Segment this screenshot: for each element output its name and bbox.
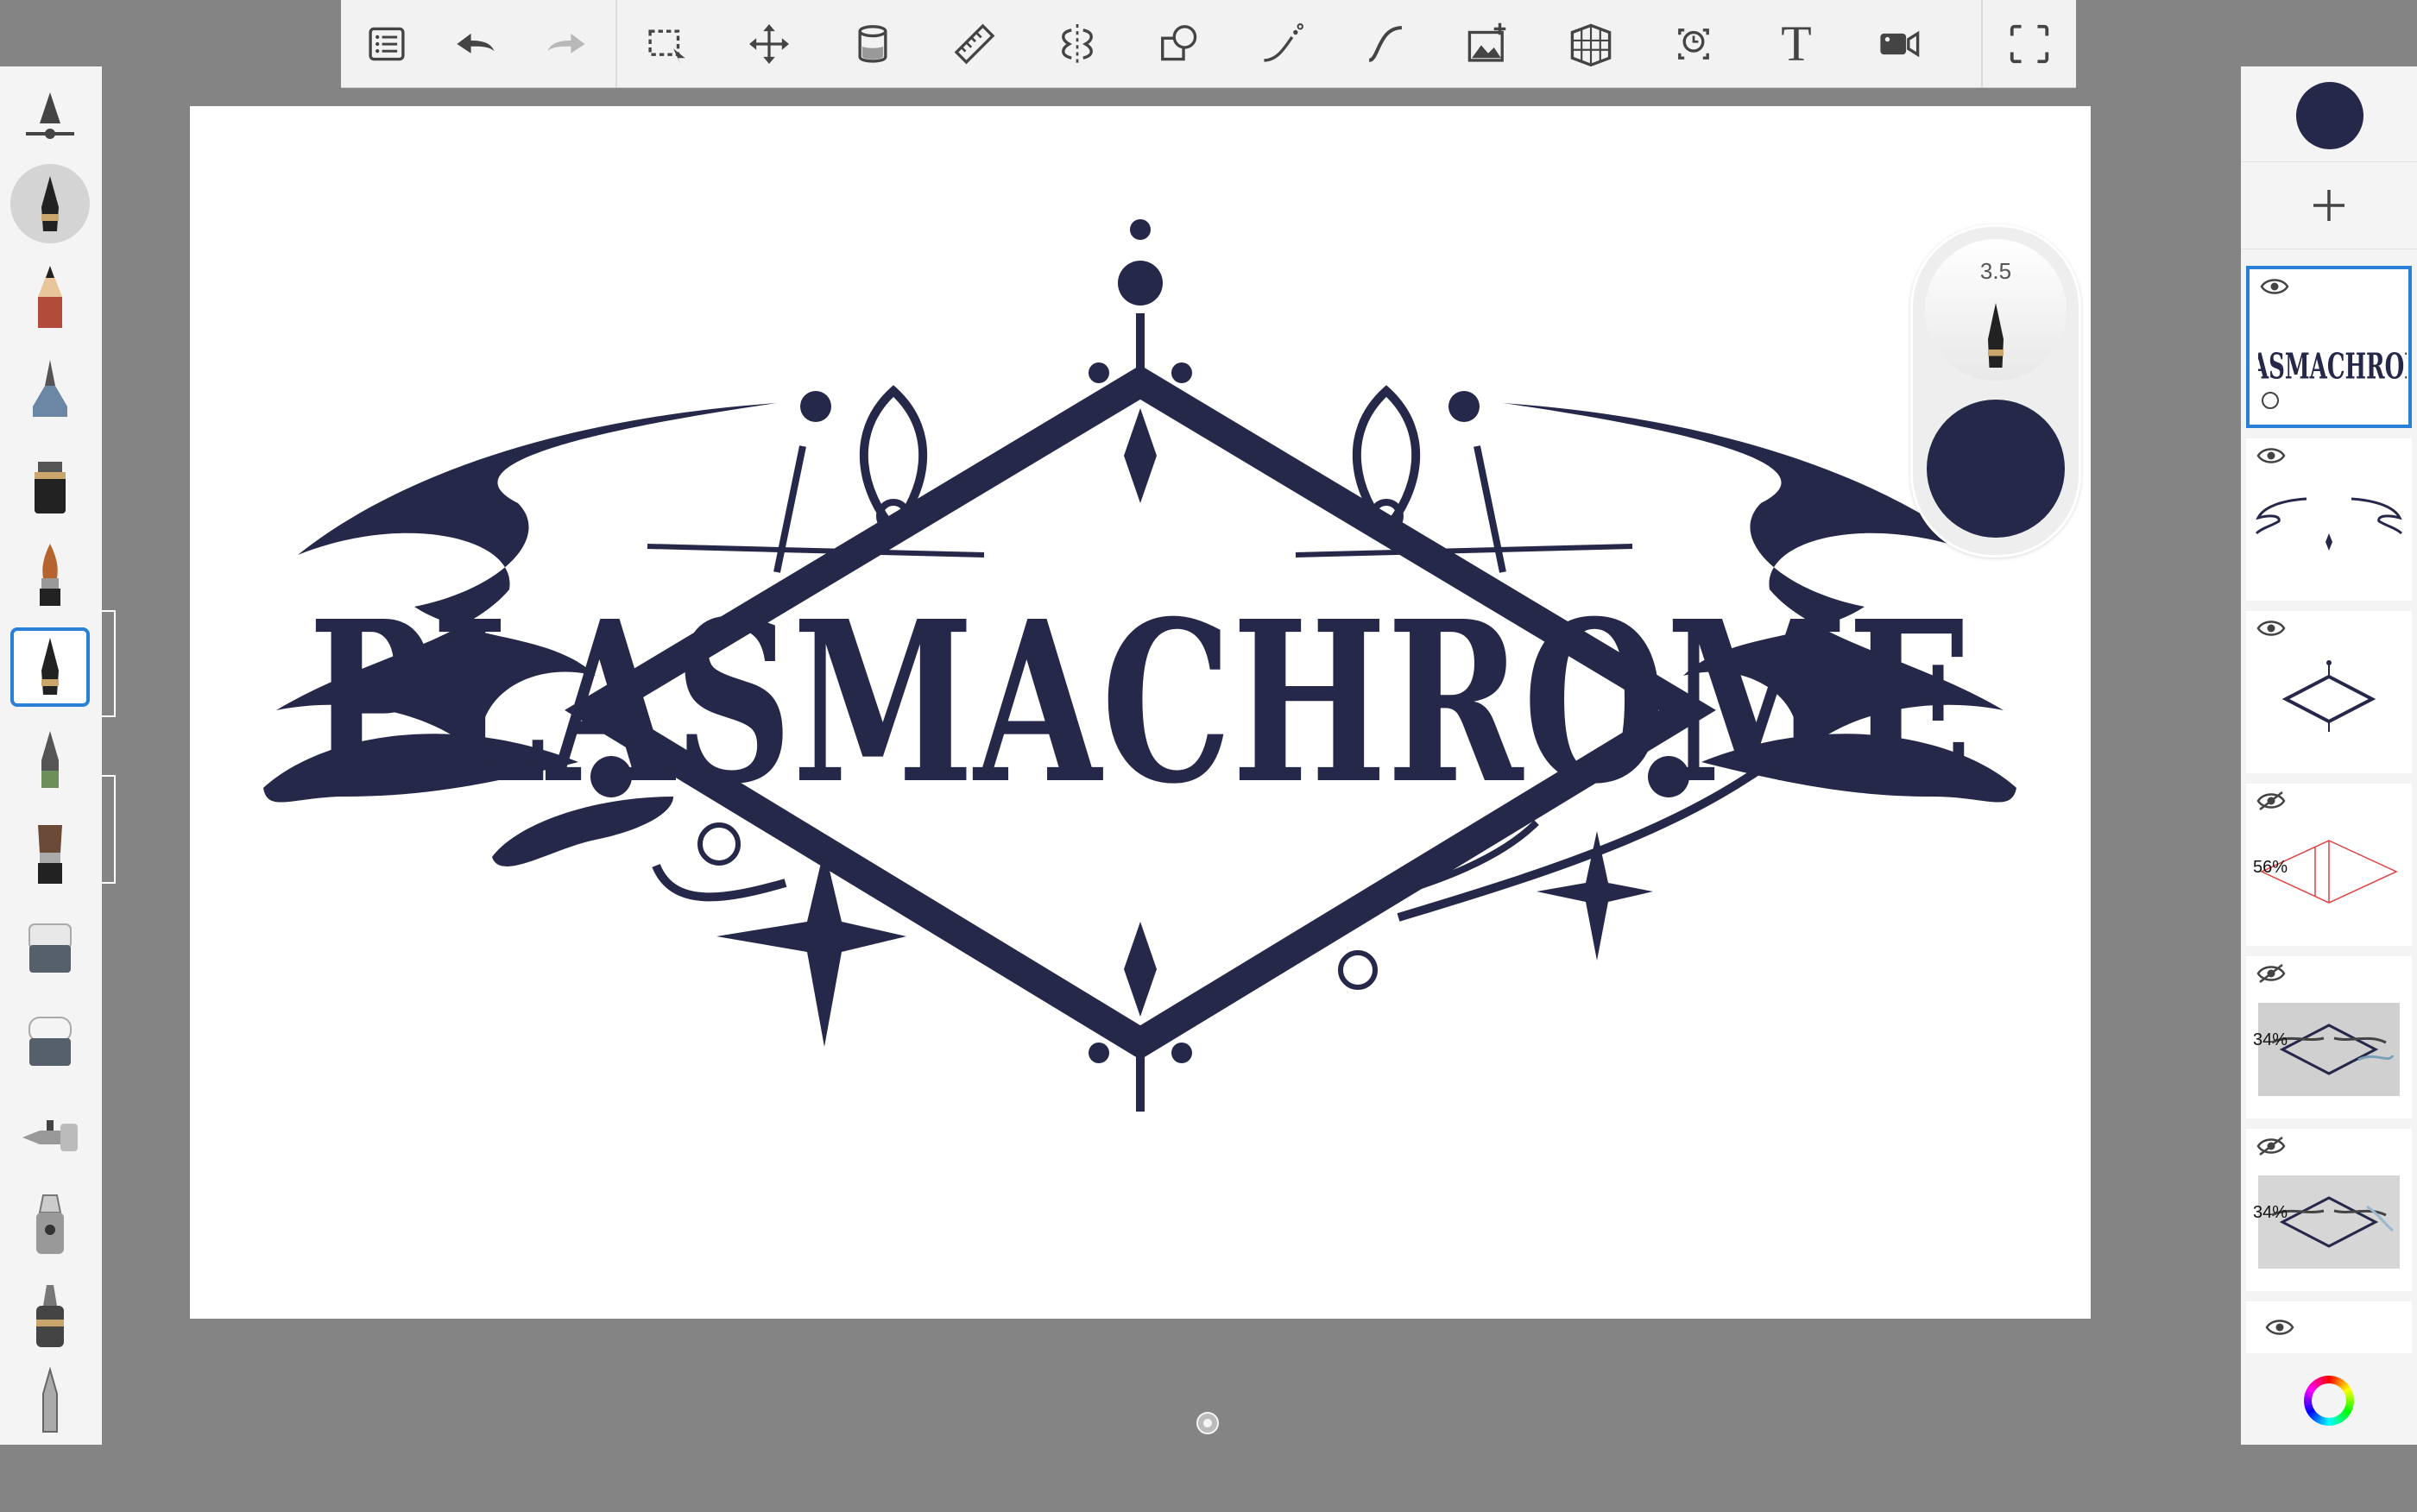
fineliner-icon[interactable] (10, 1276, 90, 1356)
ink-pen-icon (1988, 303, 2004, 368)
layer-preview (2281, 660, 2376, 732)
eraser-hard-icon[interactable] (10, 905, 90, 985)
layer-thumbnail[interactable] (2246, 1301, 2412, 1353)
curve-icon[interactable] (1348, 12, 1423, 76)
layer-preview: PLASMACHROME (2258, 345, 2407, 409)
layer-thumbnail[interactable]: 34% (2246, 1129, 2412, 1291)
eraser-soft-icon[interactable] (10, 999, 90, 1078)
perspective-icon[interactable] (1554, 12, 1628, 76)
redo-icon[interactable] (529, 12, 603, 76)
eye-icon[interactable] (2256, 618, 2286, 639)
eye-hidden-icon[interactable] (2256, 963, 2286, 984)
layer-thumbnail[interactable]: 34% (2246, 956, 2412, 1118)
plus-icon (2313, 190, 2344, 221)
flat-brush-icon[interactable] (10, 813, 90, 892)
fine-pen-icon[interactable] (10, 721, 90, 800)
add-layer-button[interactable] (2241, 161, 2417, 249)
top-toolbar: T (341, 0, 2076, 88)
layer-thumbnail[interactable]: 56% (2246, 784, 2412, 946)
chisel-marker-icon[interactable] (10, 1183, 90, 1263)
layer-preview (2255, 497, 2403, 551)
layer-thumbnail[interactable] (2246, 438, 2412, 601)
current-color-swatch[interactable] (2296, 82, 2363, 149)
brush-palette-tab[interactable] (102, 775, 116, 884)
toolbar-divider (615, 0, 617, 87)
text-tool-label: T (1781, 16, 1812, 72)
svg-text:PLASMACHROME: PLASMACHROME (2258, 345, 2407, 387)
eye-icon[interactable] (2256, 445, 2286, 466)
plasmachrome-artwork: PLASMACHROME (263, 219, 2016, 1112)
brush-color-swatch[interactable] (1927, 400, 2065, 538)
artwork-title: PLASMACHROME (308, 573, 1972, 833)
ruler-icon[interactable] (937, 12, 1012, 76)
brush-palette-tab[interactable] (102, 610, 116, 717)
transform-icon[interactable] (732, 12, 806, 76)
layer-thumbnail[interactable] (2246, 611, 2412, 773)
layers-panel: PLASMACHROME 56% 34% (2241, 66, 2417, 1445)
smudge-icon[interactable] (10, 1091, 90, 1170)
list-icon[interactable] (350, 12, 424, 76)
brush-palette (0, 66, 102, 1445)
toolbar-divider (1981, 0, 1983, 87)
fill-icon[interactable] (836, 12, 910, 76)
eye-icon[interactable] (2260, 276, 2289, 297)
pencil-icon[interactable] (10, 257, 90, 337)
time-lapse-icon[interactable] (1657, 12, 1731, 76)
symmetry-icon[interactable] (1040, 12, 1114, 76)
layer-thumbnail[interactable]: PLASMACHROME (2246, 266, 2412, 428)
color-wheel-button[interactable] (2304, 1376, 2354, 1426)
layer-opacity: 34% (2253, 1030, 2288, 1049)
brush-size-dial[interactable]: 3.5 (1925, 239, 2067, 381)
layer-opacity: 56% (2253, 858, 2288, 877)
eye-hidden-icon[interactable] (2256, 1136, 2286, 1156)
ballpoint-pen-icon[interactable] (10, 164, 90, 243)
selection-icon[interactable] (629, 12, 704, 76)
drawing-canvas[interactable]: PLASMACHROME (190, 106, 2091, 1319)
import-image-icon[interactable] (1451, 12, 1525, 76)
stroke-icon[interactable] (1246, 12, 1320, 76)
brush-size-slider-icon[interactable] (10, 77, 90, 156)
undo-icon[interactable] (439, 12, 513, 76)
eye-icon[interactable] (2265, 1317, 2294, 1338)
paint-brush-icon[interactable] (10, 535, 90, 614)
ink-pen-icon[interactable] (10, 627, 90, 707)
canvas-rotation-icon[interactable] (1195, 1410, 1221, 1436)
layer-opacity: 34% (2253, 1203, 2288, 1222)
stylus-icon[interactable] (10, 1361, 90, 1440)
text-icon[interactable]: T (1759, 12, 1833, 76)
brush-puck[interactable]: 3.5 (1910, 224, 2081, 558)
shape-icon[interactable] (1143, 12, 1217, 76)
brush-size-value: 3.5 (1979, 258, 2012, 284)
marker-icon[interactable] (10, 443, 90, 522)
record-icon[interactable] (1862, 12, 1936, 76)
fullscreen-icon[interactable] (1992, 12, 2067, 76)
airbrush-icon[interactable] (10, 350, 90, 429)
eye-hidden-icon[interactable] (2256, 791, 2286, 811)
